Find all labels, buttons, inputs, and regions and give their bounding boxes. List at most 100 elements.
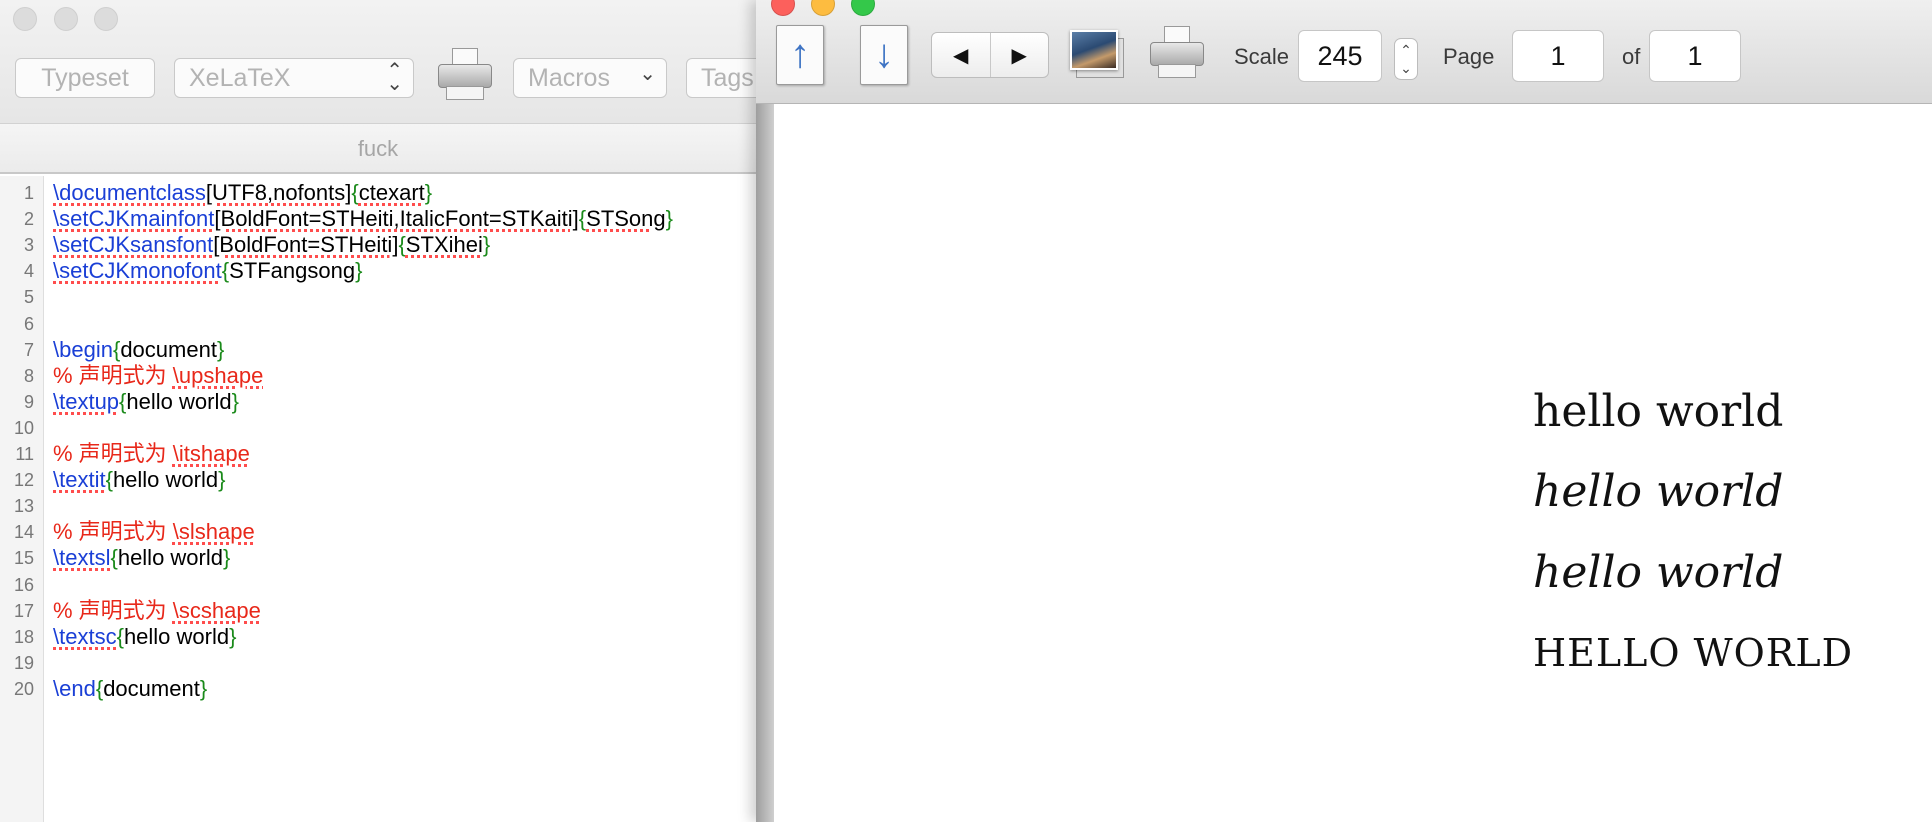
code-token: \textup: [53, 388, 120, 414]
code-token: }: [424, 180, 433, 205]
triangle-left-icon: ◀: [953, 44, 969, 67]
code-token: {: [398, 232, 406, 258]
code-line[interactable]: 20 \end{document}: [0, 674, 756, 704]
code-token: document: [103, 675, 200, 701]
minimize-button[interactable]: [54, 7, 78, 31]
preview-toolbar: ↑ ↓ ◀ ▶ Scale 245 ⌃ ⌄ Page 1 of 1: [756, 0, 1932, 104]
code-token: }: [665, 206, 673, 232]
code-token: hello world: [126, 388, 232, 414]
code-token: \textsl: [53, 545, 111, 571]
scale-stepper[interactable]: ⌃ ⌄: [1394, 38, 1418, 80]
page-label: Page: [1443, 44, 1495, 69]
desktop: Typeset XeLaTeX ⌃ ⌄ Macros ⌄ Tags fuck 1 \…: [0, 0, 1932, 822]
code-token: document: [120, 336, 217, 362]
page-field[interactable]: 1: [1512, 30, 1604, 82]
code-token: }: [223, 545, 231, 571]
total-pages-field: 1: [1649, 30, 1741, 82]
code-token: hello world: [112, 467, 219, 493]
macros-label: Macros: [528, 63, 610, 92]
output-line-italic: hello world: [1533, 466, 1784, 517]
code-token: hello world: [123, 623, 230, 649]
code-token: \upshape: [172, 362, 264, 388]
next-page-button[interactable]: ▶: [991, 33, 1049, 77]
zoom-button[interactable]: [94, 7, 118, 31]
code-token: {: [116, 623, 124, 649]
code-token: hello world: [117, 545, 223, 571]
goto-source-up-icon[interactable]: ↑: [776, 25, 824, 85]
total-pages-value: 1: [1687, 40, 1703, 71]
page-navigation: ◀ ▶: [931, 32, 1049, 78]
close-button[interactable]: [13, 7, 37, 31]
code-token: }: [229, 623, 237, 649]
code-text: \end{document}: [53, 674, 207, 704]
code-token: \itshape: [172, 441, 250, 466]
typeset-label: Typeset: [41, 63, 129, 92]
code-token: }: [199, 675, 208, 701]
code-token: \setCJKmonofont: [53, 258, 222, 284]
code-editor[interactable]: 1 \documentclass[UTF8,nofonts]{ctexart} 2 \…: [0, 176, 756, 822]
preview-zoom-button[interactable]: [851, 0, 875, 16]
code-token: ctexart: [358, 180, 425, 205]
code-token: }: [231, 388, 239, 414]
document-title: fuck: [357, 136, 399, 161]
scale-field[interactable]: 245: [1298, 30, 1382, 82]
code-token: [BoldFont=STHeiti,ItalicFont=STKaiti]: [214, 206, 579, 232]
code-token: \slshape: [172, 519, 255, 545]
code-token: % 声明式为: [53, 519, 173, 545]
print-icon[interactable]: [438, 48, 492, 104]
code-token: \textit: [53, 467, 106, 493]
scale-label: Scale: [1234, 44, 1290, 69]
code-token: }: [482, 232, 491, 258]
pdf-page: hello world hello world hello world HELL…: [774, 104, 1932, 822]
output-line-smallcaps: HELLO WORLD: [1533, 631, 1854, 675]
code-token: \setCJKsansfont: [53, 232, 214, 258]
typeset-button[interactable]: Typeset: [15, 58, 155, 98]
editor-window: Typeset XeLaTeX ⌃ ⌄ Macros ⌄ Tags fuck 1 \…: [0, 0, 766, 822]
code-token: [BoldFont=STHeiti]: [213, 232, 399, 258]
photo-icon[interactable]: [1070, 30, 1126, 80]
page-value: 1: [1550, 40, 1566, 71]
output-line-upright: hello world: [1533, 386, 1784, 437]
code-token: \setCJKmainfont: [53, 206, 215, 232]
previous-page-button[interactable]: ◀: [932, 33, 991, 77]
code-token: \end: [53, 675, 96, 701]
code-token: }: [355, 258, 363, 284]
code-token: % 声明式为: [53, 441, 173, 466]
code-token: {: [105, 467, 113, 493]
engine-select[interactable]: XeLaTeX ⌃ ⌄: [174, 58, 414, 98]
chevron-down-icon: ⌄: [639, 63, 656, 85]
preview-print-icon[interactable]: [1150, 26, 1204, 82]
code-token: {: [110, 545, 118, 571]
engine-value: XeLaTeX: [189, 63, 291, 92]
scale-value: 245: [1317, 40, 1363, 71]
output-line-slanted: hello world: [1533, 547, 1784, 598]
code-token: \documentclass: [53, 180, 206, 205]
preview-scroll-edge: [756, 104, 774, 822]
macros-menu[interactable]: Macros ⌄: [513, 58, 667, 98]
code-token: STXihei: [405, 232, 483, 258]
code-token: \scshape: [172, 597, 261, 623]
code-token: {: [221, 258, 230, 284]
preview-minimize-button[interactable]: [811, 0, 835, 16]
code-token: % 声明式为: [53, 597, 173, 623]
code-token: STSong: [586, 206, 666, 232]
line-number: 20: [13, 678, 34, 699]
code-token: }: [216, 336, 225, 362]
tags-menu[interactable]: Tags: [686, 58, 766, 98]
triangle-right-icon: ▶: [1011, 44, 1027, 67]
preview-window: ↑ ↓ ◀ ▶ Scale 245 ⌃ ⌄ Page 1 of 1 hello …: [756, 0, 1932, 822]
tags-label: Tags: [701, 63, 754, 92]
code-token: \textsc: [53, 623, 117, 649]
code-token: % 声明式为: [53, 362, 173, 388]
code-token: \begin: [53, 336, 113, 362]
goto-source-down-icon[interactable]: ↓: [860, 25, 908, 85]
editor-toolbar: Typeset XeLaTeX ⌃ ⌄ Macros ⌄ Tags: [0, 0, 766, 124]
of-label: of: [1622, 44, 1641, 69]
code-token: {: [351, 180, 359, 205]
code-token: }: [218, 467, 226, 493]
updown-chevron-icon: ⌃ ⌄: [386, 60, 403, 95]
document-title-bar: fuck: [0, 124, 756, 174]
preview-close-button[interactable]: [771, 0, 795, 16]
code-token: [UTF8,nofonts]: [205, 180, 352, 205]
code-token: STFangsong: [229, 258, 356, 284]
